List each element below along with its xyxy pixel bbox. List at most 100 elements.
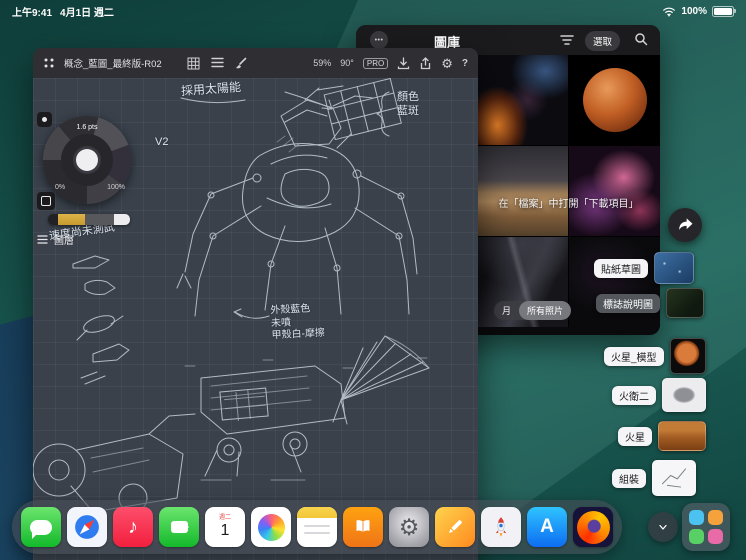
app-library-dot [689, 529, 704, 544]
pencil-icon [449, 520, 462, 533]
photos-segment-control: 月 所有照片 [494, 301, 572, 320]
battery-percent: 100% [681, 5, 707, 17]
open-downloads-hint[interactable]: 在「檔案」中打開「下載項目」 [477, 195, 660, 210]
dock-app-music[interactable]: ♪ [113, 507, 153, 547]
brush-size-label: 1.6 pts [76, 124, 98, 131]
tool-chip-icon[interactable] [37, 112, 52, 127]
appstore-a-icon: A [540, 516, 554, 537]
share-forward-button[interactable] [668, 208, 702, 242]
speech-bubble-icon [30, 519, 52, 539]
layers-list-icon[interactable] [210, 57, 224, 68]
photo-thumbnail-desert[interactable] [477, 146, 568, 236]
status-bar: 上午9:41 4月1日 週二 100% [0, 0, 746, 22]
drag-thumb-sticker-sheet [654, 252, 694, 284]
drag-item-label: 火星_模型 [604, 346, 664, 366]
settings-gear-icon[interactable]: ⚙ [441, 57, 453, 70]
opacity-max-label: 100% [107, 184, 125, 191]
firefox-swirl-icon [576, 510, 610, 544]
color-swatch-bar[interactable] [48, 214, 130, 225]
swatch-dark[interactable] [48, 214, 58, 225]
search-icon[interactable] [634, 32, 648, 51]
opacity-min-label: 0% [55, 184, 66, 191]
dock-app-safari[interactable] [67, 507, 107, 547]
layers-label: 圖層 [54, 236, 74, 247]
drag-item[interactable]: 火衛二 [612, 378, 706, 412]
select-button[interactable]: 選取 [584, 31, 620, 51]
drag-item[interactable]: 火星 [618, 421, 706, 451]
document-title: 概念_藍圖_最終版-R02 [64, 59, 162, 70]
photo-thumbnail-nebula-pink[interactable] [569, 146, 660, 236]
window-menu-ellipsis-icon[interactable]: ••• [370, 31, 388, 49]
filter-icon[interactable] [560, 33, 574, 51]
annotation-version: V2 [155, 136, 169, 148]
pro-badge[interactable]: PRO [362, 57, 389, 69]
dock-app-books[interactable] [343, 507, 383, 547]
brush-icon[interactable] [235, 57, 248, 70]
status-time: 上午9:41 [12, 7, 53, 19]
app-library-tile[interactable] [682, 503, 730, 551]
gear-icon: ⚙ [398, 513, 420, 540]
wifi-icon [663, 7, 676, 16]
segment-month[interactable]: 月 [494, 301, 519, 320]
import-icon[interactable] [397, 56, 410, 70]
drawing-canvas[interactable]: 採用太陽能 顏色 藍斑 V2 外殼藍色 未噴 甲殼白-摩擦 速度尚未測試 1.6… [33, 78, 478, 560]
photo-thumbnail-nebula-orange[interactable] [477, 55, 568, 145]
segment-all-photos[interactable]: 所有照片 [519, 301, 572, 320]
swatch-gold-selected[interactable] [58, 214, 85, 225]
notes-line [304, 532, 330, 534]
share-icon[interactable] [419, 56, 432, 70]
swatch-white[interactable] [114, 214, 130, 225]
dock-app-settings[interactable]: ⚙ [389, 507, 429, 547]
layers-hamburger-icon [37, 235, 48, 244]
zoom-level[interactable]: 59% [313, 58, 331, 68]
notes-line [304, 525, 330, 527]
drag-item[interactable]: 火星_模型 [604, 338, 706, 374]
drag-item[interactable]: 標誌說明圖 [596, 288, 704, 318]
photo-thumbnail-mars-planet[interactable] [569, 55, 660, 145]
drag-thumb-logo-diagram [666, 288, 704, 318]
brush-wheel-center[interactable] [76, 149, 98, 171]
dock-app-appstore[interactable]: A [527, 507, 567, 547]
drag-thumb-deimos-rock [662, 378, 706, 412]
annotation-shell-line2: 未噴 [270, 316, 292, 329]
drag-item-label: 標誌說明圖 [596, 293, 660, 313]
dock-app-firefox[interactable] [573, 507, 613, 547]
photos-flower-icon [257, 513, 285, 541]
music-note-icon: ♪ [128, 515, 138, 538]
drag-item-label: 貼紙草圖 [594, 258, 648, 278]
drag-thumb-mars-surface [658, 421, 706, 451]
share-forward-arrow-icon [679, 218, 693, 230]
drag-item-label: 組裝 [612, 468, 646, 488]
chevron-down-icon [659, 524, 667, 530]
dock-app-messages[interactable] [21, 507, 61, 547]
dock-expand-button[interactable] [648, 512, 678, 542]
annotation-shell-line3: 甲殼白-摩擦 [271, 327, 326, 342]
rotation-value[interactable]: 90° [340, 58, 354, 68]
app-menu-icon[interactable] [43, 57, 55, 69]
swatch-grey[interactable] [85, 214, 114, 225]
dock-app-facetime[interactable] [159, 507, 199, 547]
grid-icon[interactable] [187, 57, 200, 70]
drag-item-label: 火星 [618, 426, 652, 446]
open-book-icon [356, 520, 370, 533]
dock-app-rocket[interactable] [481, 507, 521, 547]
dock-app-sketch[interactable] [435, 507, 475, 547]
dock-app-notes[interactable] [297, 507, 337, 547]
annotation-color-line2: 藍斑 [397, 104, 419, 117]
drag-item[interactable]: 貼紙草圖 [594, 252, 694, 284]
drag-item[interactable]: 組裝 [612, 460, 696, 496]
concepts-toolbar: 概念_藍圖_最終版-R02 59% 90° PRO ⚙ ? [33, 48, 478, 78]
dock-app-photos[interactable] [251, 507, 291, 547]
app-library-dot [689, 510, 704, 525]
help-icon[interactable]: ? [462, 58, 468, 69]
annotation-shell: 外殼藍色 未噴 甲殼白-摩擦 [270, 303, 325, 343]
brush-wheel[interactable]: 1.6 pts 0% 100% [43, 116, 131, 204]
status-date: 4月1日 週二 [60, 7, 114, 19]
layers-button[interactable]: 圖層 [37, 232, 74, 247]
selection-chip-icon[interactable] [37, 192, 55, 210]
drag-thumb-assembly-sketch [652, 460, 696, 496]
dock-app-calendar[interactable]: 週二 1 [205, 507, 245, 547]
drag-item-label: 火衛二 [612, 385, 656, 405]
drag-thumb-mars-model [669, 338, 706, 374]
mars-sphere [582, 68, 647, 132]
